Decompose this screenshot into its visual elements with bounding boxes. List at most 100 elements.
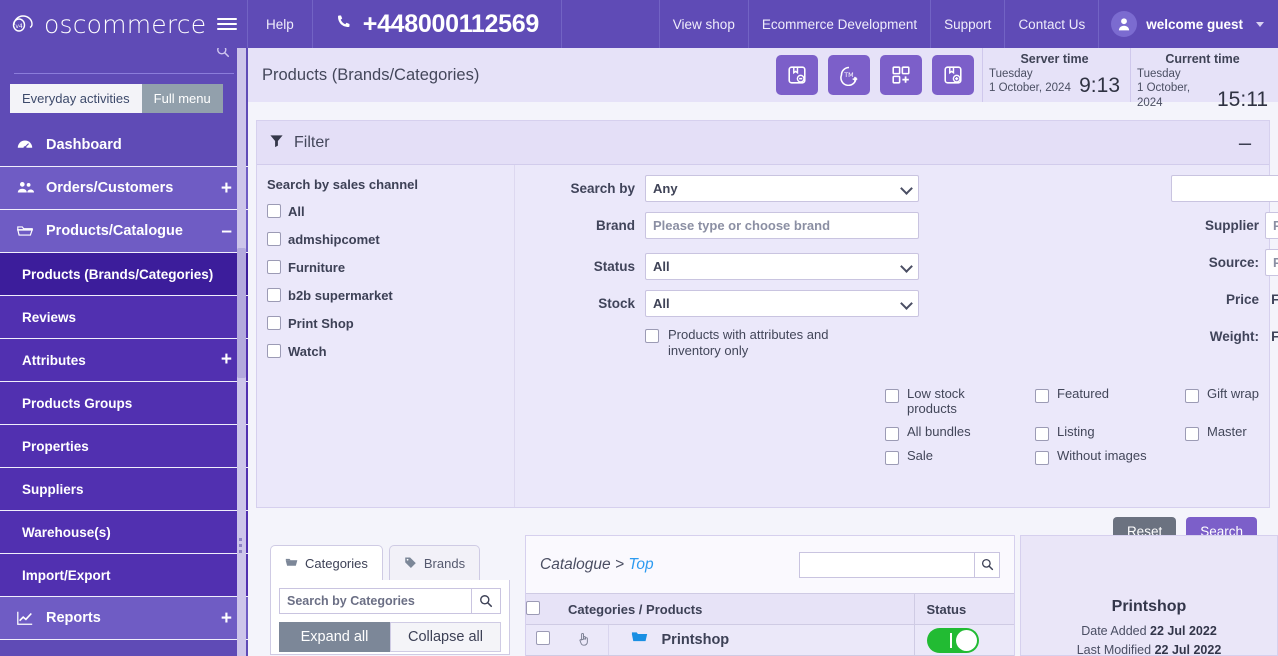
expand-plus-icon[interactable]: + bbox=[221, 349, 232, 371]
checkbox[interactable] bbox=[1035, 389, 1049, 403]
brand-label: Brand bbox=[595, 218, 635, 233]
category-search-input[interactable] bbox=[279, 588, 471, 614]
flag-all-bundles[interactable]: All bundles bbox=[885, 421, 1035, 445]
sidebar-scrollbar[interactable] bbox=[237, 48, 246, 656]
row-checkbox[interactable] bbox=[536, 630, 550, 645]
flag-featured[interactable]: Featured bbox=[1035, 383, 1185, 421]
sidebar: Everyday activities Full menu Dashboard … bbox=[0, 48, 248, 656]
flag-sale[interactable]: Sale bbox=[885, 445, 1035, 469]
drag-hand-icon[interactable] bbox=[576, 632, 592, 650]
flag-gift-wrap[interactable]: Gift wrap bbox=[1185, 383, 1278, 421]
column-categories-products[interactable]: Categories / Products bbox=[560, 593, 914, 625]
mode-full-menu[interactable]: Full menu bbox=[141, 84, 223, 113]
trademark-plus-icon[interactable]: TM bbox=[828, 55, 870, 95]
checkbox[interactable] bbox=[1035, 426, 1049, 441]
catalogue-search-input[interactable] bbox=[799, 551, 974, 578]
sidebar-item-attributes[interactable]: Attributes + bbox=[0, 339, 248, 382]
help-link[interactable]: Help bbox=[248, 0, 313, 48]
sidebar-item-products-catalogue[interactable]: Products/Catalogue – bbox=[0, 210, 248, 253]
checkbox[interactable] bbox=[885, 450, 899, 465]
search-by-select[interactable]: Any bbox=[645, 175, 919, 202]
checkbox[interactable] bbox=[885, 426, 899, 441]
checkbox[interactable] bbox=[1185, 389, 1199, 403]
column-status[interactable]: Status bbox=[913, 593, 1014, 625]
nav-contact-us[interactable]: Contact Us bbox=[1004, 0, 1098, 48]
flag-low-stock-products[interactable]: Low stock products bbox=[885, 383, 1035, 421]
sidebar-search[interactable] bbox=[14, 48, 234, 74]
checkbox[interactable] bbox=[267, 204, 281, 218]
attributes-inventory-only-row[interactable]: Products with attributes and inventory o… bbox=[645, 327, 1163, 358]
category-browser-panel: Categories Brands Expand all Collapse al… bbox=[270, 545, 510, 655]
status-toggle[interactable] bbox=[926, 627, 979, 653]
user-menu[interactable]: welcome guest bbox=[1098, 0, 1278, 48]
supplier-input[interactable] bbox=[1265, 212, 1278, 239]
catalogue-panel: Catalogue > Top Categories / Products St… bbox=[525, 535, 1015, 656]
checkbox[interactable] bbox=[267, 344, 281, 358]
expand-all-button[interactable]: Expand all bbox=[279, 622, 390, 652]
channel-label: Furniture bbox=[288, 259, 346, 275]
checkbox[interactable] bbox=[267, 316, 281, 330]
table-row[interactable]: Printshop bbox=[526, 624, 1014, 656]
channel-furniture[interactable]: Furniture bbox=[267, 253, 504, 281]
hamburger-menu-icon[interactable] bbox=[217, 14, 237, 34]
expand-plus-icon[interactable]: + bbox=[221, 609, 232, 628]
sidebar-item-dashboard[interactable]: Dashboard bbox=[0, 124, 248, 167]
checkbox[interactable] bbox=[267, 288, 281, 302]
expand-plus-icon[interactable]: + bbox=[221, 179, 232, 198]
sidebar-item-products-brands-categories[interactable]: Products (Brands/Categories) bbox=[0, 253, 248, 296]
flag-listing[interactable]: Listing bbox=[1035, 421, 1185, 445]
channel-print-shop[interactable]: Print Shop bbox=[267, 309, 504, 337]
filter-collapse-button[interactable]: – bbox=[1233, 131, 1257, 155]
brand-input[interactable] bbox=[645, 212, 919, 239]
sidebar-item-suppliers[interactable]: Suppliers bbox=[0, 468, 248, 511]
sidebar-item-properties[interactable]: Properties bbox=[0, 425, 248, 468]
sidebar-item-import-export[interactable]: Import/Export bbox=[0, 554, 248, 597]
breadcrumb-current[interactable]: Top bbox=[628, 556, 653, 573]
flag-without-images[interactable]: Without images bbox=[1035, 445, 1185, 469]
checkbox[interactable] bbox=[1035, 450, 1049, 465]
nav-support[interactable]: Support bbox=[930, 0, 1004, 48]
flag-master[interactable]: Master bbox=[1185, 421, 1278, 445]
channel-b2b-supermarket[interactable]: b2b supermarket bbox=[267, 281, 504, 309]
weight-row: Weight: From To bbox=[1171, 323, 1278, 350]
sidebar-item-orders-customers[interactable]: Orders/Customers + bbox=[0, 167, 248, 210]
channel-watch[interactable]: Watch bbox=[267, 337, 504, 365]
sidebar-item-reviews[interactable]: Reviews bbox=[0, 296, 248, 339]
box-minus-icon[interactable] bbox=[776, 55, 818, 95]
checkbox[interactable] bbox=[267, 260, 281, 274]
mode-everyday-activities[interactable]: Everyday activities bbox=[10, 84, 142, 113]
channel-admshipcomet[interactable]: admshipcomet bbox=[267, 225, 504, 253]
sidebar-item-products-groups[interactable]: Products Groups bbox=[0, 382, 248, 425]
nav-ecommerce-development[interactable]: Ecommerce Development bbox=[747, 0, 930, 48]
channel-all[interactable]: All bbox=[267, 197, 504, 225]
keyword-input[interactable] bbox=[1171, 175, 1278, 202]
search-by-label: Search by bbox=[570, 181, 635, 196]
collapse-minus-icon[interactable]: – bbox=[221, 222, 232, 241]
sidebar-item-reports[interactable]: Reports + bbox=[0, 597, 248, 640]
tab-categories[interactable]: Categories bbox=[270, 545, 383, 581]
checkbox[interactable] bbox=[645, 329, 659, 343]
box-plus-icon[interactable] bbox=[932, 55, 974, 95]
brand-area[interactable]: v4 oscommerce bbox=[0, 0, 248, 48]
sidebar-item-warehouses[interactable]: Warehouse(s) bbox=[0, 511, 248, 554]
category-search-button[interactable] bbox=[471, 588, 501, 614]
checkbox[interactable] bbox=[267, 232, 281, 246]
scrollbar-thumb[interactable] bbox=[237, 248, 246, 378]
sidebar-item-label: Attributes bbox=[22, 352, 86, 368]
source-input[interactable] bbox=[1265, 249, 1278, 276]
grid-plus-icon[interactable] bbox=[880, 55, 922, 95]
select-all-checkbox[interactable] bbox=[526, 600, 540, 615]
collapse-all-button[interactable]: Collapse all bbox=[390, 622, 501, 652]
stock-select[interactable]: All bbox=[645, 290, 919, 317]
checkbox[interactable] bbox=[885, 389, 899, 403]
checkbox[interactable] bbox=[1185, 426, 1199, 441]
catalogue-search-button[interactable] bbox=[974, 551, 1000, 578]
status-select[interactable]: All bbox=[645, 253, 919, 280]
avatar bbox=[1111, 11, 1138, 37]
table-header-row: Categories / Products Status bbox=[526, 593, 1014, 625]
toggle-knob bbox=[955, 629, 977, 651]
nav-view-shop[interactable]: View shop bbox=[658, 0, 748, 48]
tab-brands[interactable]: Brands bbox=[388, 545, 481, 581]
row-name[interactable]: Printshop bbox=[662, 632, 730, 648]
drag-handle-cell[interactable] bbox=[560, 624, 609, 656]
